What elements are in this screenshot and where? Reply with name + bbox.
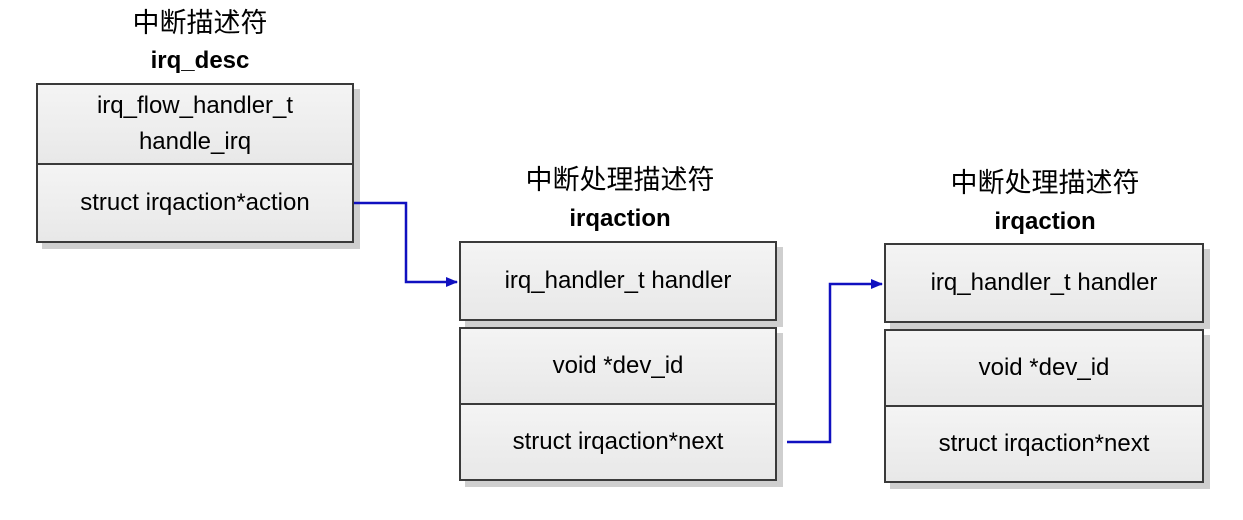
pointer-arrows: [354, 201, 883, 444]
next-to-irqaction-arrow: [787, 279, 883, 444]
action-to-irqaction-arrow: [354, 201, 458, 287]
